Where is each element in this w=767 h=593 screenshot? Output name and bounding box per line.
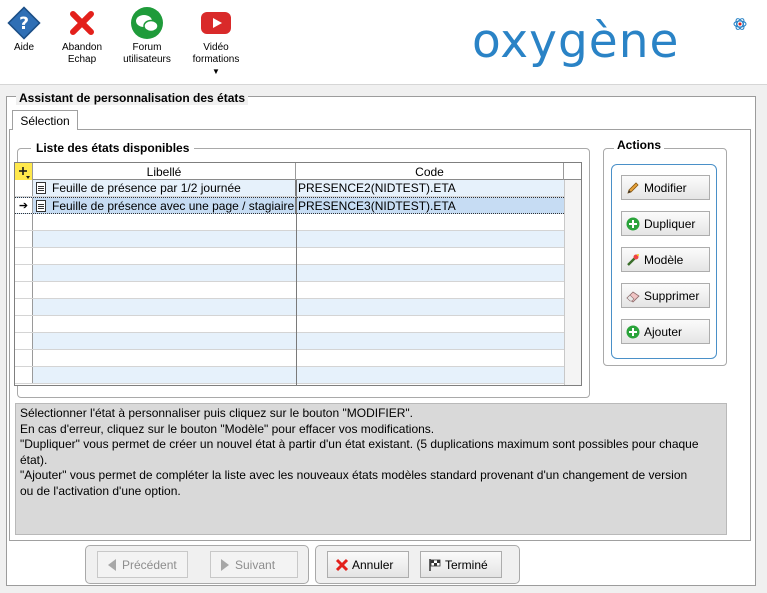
table-row-selected[interactable]: ➔ Feuille de présence avec une page / st… [15, 197, 564, 214]
abandon-label-line2: Echap [67, 54, 97, 65]
row-pointer-icon: ➔ [15, 198, 33, 213]
close-icon [335, 558, 349, 572]
video-label-line2: formations [192, 54, 240, 65]
forum-label-line2: utilisateurs [123, 54, 171, 65]
forum-chat-icon [130, 6, 164, 40]
modele-label: Modèle [644, 252, 684, 267]
next-label: Suivant [235, 557, 276, 572]
arrow-right-icon [218, 558, 232, 572]
dupliquer-button[interactable]: Dupliquer [621, 211, 710, 236]
caret-down-icon: ▼ [212, 67, 220, 76]
row-header [15, 316, 33, 332]
modifier-label: Modifier [644, 180, 687, 195]
cell-code: PRESENCE2(NIDTEST).ETA [298, 181, 456, 195]
wizard-title: Assistant de personnalisation des états [16, 91, 249, 105]
table-row-empty[interactable] [15, 265, 564, 282]
add-row-icon[interactable] [15, 163, 33, 180]
forum-button[interactable]: Forum utilisateurs [121, 6, 173, 66]
ajouter-label: Ajouter [644, 324, 683, 339]
dupliquer-label: Dupliquer [644, 216, 696, 231]
table-row[interactable]: Feuille de présence par 1/2 journée PRES… [15, 180, 564, 197]
magic-wand-icon [626, 253, 640, 267]
close-icon [65, 6, 99, 40]
table-row-empty[interactable] [15, 248, 564, 265]
finish-button[interactable]: Terminé [420, 551, 502, 578]
arrow-left-icon [105, 558, 119, 572]
help-line-4: "Ajouter" vous permet de compléter la li… [20, 468, 688, 482]
cell-libelle: Feuille de présence par 1/2 journée [33, 180, 296, 196]
plus-circle-icon [626, 217, 640, 231]
video-label: Vidéo formations ▼ [188, 42, 244, 76]
row-header [15, 265, 33, 281]
help-line-3: "Dupliquer" vous permet de créer un nouv… [20, 437, 699, 467]
row-header [15, 333, 33, 349]
cancel-button[interactable]: Annuler [327, 551, 409, 578]
abandon-button[interactable]: Abandon Echap [55, 6, 109, 66]
supprimer-label: Supprimer [644, 288, 700, 303]
table-row-empty[interactable] [15, 316, 564, 333]
modifier-button[interactable]: Modifier [621, 175, 710, 200]
atom-logo-icon [733, 15, 747, 33]
row-header [15, 180, 33, 196]
help-line-1: Sélectionner l'état à personnaliser puis… [20, 406, 413, 420]
table-row-empty[interactable] [15, 214, 564, 231]
table-row-empty[interactable] [15, 299, 564, 316]
svg-text:?: ? [19, 14, 29, 34]
help-label: Aide [13, 42, 34, 53]
forum-label: Forum utilisateurs [121, 42, 173, 66]
cell-libelle: Feuille de présence avec une page / stag… [33, 198, 296, 213]
row-header [15, 299, 33, 315]
video-play-icon [199, 6, 233, 40]
supprimer-button[interactable]: Supprimer [621, 283, 710, 308]
plus-circle-icon [626, 325, 640, 339]
abandon-label-line1: Abandon [61, 42, 103, 53]
toolbar: ? Aide Abandon Echap Forum utilisateurs … [0, 0, 767, 85]
row-header [15, 214, 33, 230]
vertical-scrollbar[interactable] [564, 180, 581, 385]
row-header [15, 231, 33, 247]
modele-button[interactable]: Modèle [621, 247, 710, 272]
eraser-icon [626, 289, 640, 303]
help-icon: ? [7, 6, 41, 40]
table-row-empty[interactable] [15, 282, 564, 299]
abandon-label: Abandon Echap [55, 42, 109, 66]
help-button[interactable]: ? Aide [2, 6, 46, 54]
column-header-libelle[interactable]: Libellé [33, 163, 296, 180]
table-row-empty[interactable] [15, 367, 564, 384]
cell-code: PRESENCE3(NIDTEST).ETA [298, 199, 456, 213]
document-icon [36, 200, 46, 212]
column-header-code[interactable]: Code [296, 163, 564, 180]
actions-group-title: Actions [614, 138, 665, 152]
previous-label: Précédent [122, 557, 177, 572]
table-header: Libellé Code [15, 163, 581, 180]
table-row-empty[interactable] [15, 333, 564, 350]
row-header [15, 282, 33, 298]
cell-libelle-text: Feuille de présence avec une page / stag… [52, 199, 295, 213]
previous-button[interactable]: Précédent [97, 551, 188, 578]
checkered-flag-icon [428, 558, 442, 572]
next-button[interactable]: Suivant [210, 551, 298, 578]
column-divider [296, 180, 297, 385]
help-line-5: ou de l'activation d'une option. [20, 483, 181, 498]
video-label-line1: Vidéo [203, 42, 229, 53]
help-line-2: En cas d'erreur, cliquez sur le bouton "… [20, 421, 435, 436]
document-icon [36, 182, 46, 194]
list-group-title: Liste des états disponibles [31, 141, 195, 155]
cell-libelle-text: Feuille de présence par 1/2 journée [52, 181, 241, 195]
row-header [15, 248, 33, 264]
ajouter-button[interactable]: Ajouter [621, 319, 710, 344]
row-header [15, 367, 33, 383]
cancel-label: Annuler [352, 557, 394, 572]
table-row-empty[interactable] [15, 350, 564, 367]
video-button[interactable]: Vidéo formations ▼ [188, 6, 244, 76]
row-header [15, 350, 33, 366]
oxygene-logo: oxygène [472, 14, 680, 69]
states-table[interactable]: Libellé Code Feuille de présence par 1/2… [14, 162, 582, 386]
finish-label: Terminé [445, 557, 488, 572]
pencil-icon [626, 181, 640, 195]
tab-selection[interactable]: Sélection [12, 110, 78, 130]
help-text-box: Sélectionner l'état à personnaliser puis… [15, 403, 727, 535]
table-row-empty[interactable] [15, 231, 564, 248]
forum-label-line1: Forum [132, 42, 162, 53]
